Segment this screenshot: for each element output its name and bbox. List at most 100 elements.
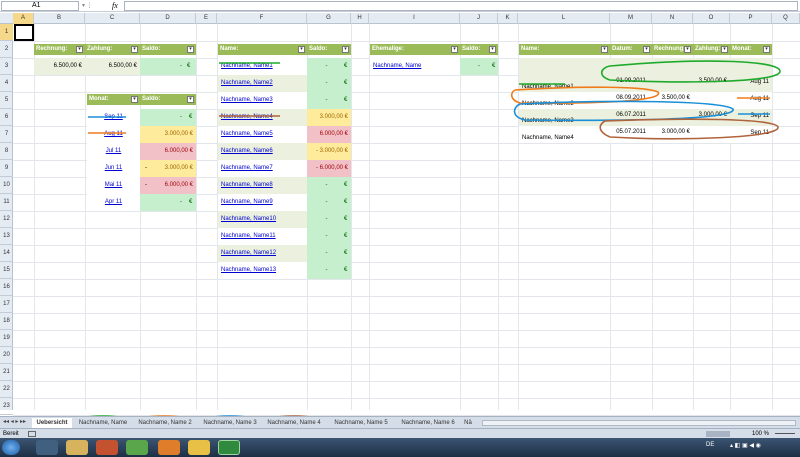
column-header[interactable]: I: [369, 13, 460, 24]
row-header[interactable]: 1: [0, 24, 13, 41]
grid-line[interactable]: [369, 24, 370, 410]
row-header[interactable]: 16: [0, 279, 13, 296]
grid-line[interactable]: [772, 24, 773, 410]
filter-dropdown-icon[interactable]: ▾: [131, 96, 138, 103]
row-header[interactable]: 6: [0, 109, 13, 126]
detail-rechnung[interactable]: 3.000,00 €: [652, 126, 693, 143]
sheet-tab[interactable]: Nachname, Name: [74, 418, 132, 428]
name-saldo[interactable]: 6.000,00 €: [307, 126, 351, 143]
row-header[interactable]: 21: [0, 364, 13, 381]
detail-date[interactable]: 06.07.2011: [610, 109, 652, 126]
detail-zahlung[interactable]: [693, 92, 730, 109]
grid-line[interactable]: [13, 313, 800, 314]
name-link[interactable]: Nachname, Name7: [218, 160, 307, 177]
row-header[interactable]: 2: [0, 41, 13, 58]
detail-name[interactable]: Nachname, Name2: [519, 92, 610, 109]
row-header[interactable]: 4: [0, 75, 13, 92]
filter-dropdown-icon[interactable]: ▾: [131, 46, 138, 53]
month-saldo-currency[interactable]: €: [186, 109, 196, 126]
row-header[interactable]: 9: [0, 160, 13, 177]
name-link[interactable]: Nachname, Name9: [218, 194, 307, 211]
detail-zahlung[interactable]: [693, 126, 730, 143]
column-header[interactable]: O: [693, 13, 730, 24]
grid-line[interactable]: [85, 24, 86, 410]
grid-line[interactable]: [498, 24, 499, 410]
name-link[interactable]: Nachname, Name1: [218, 58, 307, 75]
chrome-icon[interactable]: [126, 440, 148, 455]
former-saldo-currency[interactable]: €: [489, 58, 498, 75]
sheet-tab[interactable]: Nä: [460, 418, 476, 428]
row-header[interactable]: 10: [0, 177, 13, 194]
detail-rechnung[interactable]: [652, 75, 693, 92]
sheet-tab[interactable]: Nachname, Name 3: [199, 418, 261, 428]
name-saldo-currency[interactable]: €: [341, 58, 351, 75]
name-link[interactable]: Nachname, Name12: [218, 245, 307, 262]
browser-icon[interactable]: [188, 440, 210, 455]
grid-line[interactable]: [13, 228, 800, 229]
name-saldo[interactable]: - 6.000,00 €: [307, 160, 351, 177]
grid-line[interactable]: [13, 245, 800, 246]
name-saldo-currency[interactable]: €: [341, 92, 351, 109]
filter-dropdown-icon[interactable]: ▾: [489, 46, 496, 53]
column-header[interactable]: H: [351, 13, 369, 24]
month-link[interactable]: Jun 11: [87, 160, 140, 177]
row-header[interactable]: 7: [0, 126, 13, 143]
row-header[interactable]: 19: [0, 330, 13, 347]
month-link[interactable]: Sep 11: [87, 109, 140, 126]
language-indicator[interactable]: DE: [706, 442, 714, 448]
grid-line[interactable]: [13, 211, 800, 212]
column-header[interactable]: N: [652, 13, 693, 24]
name-link[interactable]: Nachname, Name8: [218, 177, 307, 194]
filter-dropdown-icon[interactable]: ▾: [298, 46, 305, 53]
cell-saldo-currency[interactable]: €: [184, 58, 196, 75]
column-header[interactable]: M: [610, 13, 652, 24]
active-cell[interactable]: [14, 24, 34, 41]
grid-line[interactable]: [351, 24, 352, 410]
view-buttons-icon[interactable]: [706, 431, 730, 437]
detail-date[interactable]: 08.09.2011: [610, 92, 652, 109]
month-link[interactable]: Mai 11: [87, 177, 140, 194]
column-header[interactable]: E: [196, 13, 217, 24]
grid-line[interactable]: [13, 296, 800, 297]
month-saldo-sign[interactable]: -: [142, 160, 152, 177]
column-header[interactable]: P: [730, 13, 772, 24]
name-link[interactable]: Nachname, Name2: [218, 75, 307, 92]
name-link[interactable]: Nachname, Name10: [218, 211, 307, 228]
row-header[interactable]: 8: [0, 143, 13, 160]
month-link[interactable]: Jul 11: [87, 143, 140, 160]
explorer-icon[interactable]: [66, 440, 88, 455]
grid-line[interactable]: [140, 24, 141, 410]
name-saldo-currency[interactable]: €: [341, 228, 351, 245]
grid-line[interactable]: [13, 364, 800, 365]
name-saldo-currency[interactable]: €: [341, 211, 351, 228]
grid-line[interactable]: [13, 330, 800, 331]
row-header[interactable]: 11: [0, 194, 13, 211]
month-saldo-sign[interactable]: [142, 109, 152, 126]
app-icon[interactable]: [96, 440, 118, 455]
start-icon[interactable]: [2, 440, 20, 455]
column-header[interactable]: A: [13, 13, 34, 24]
column-header[interactable]: J: [460, 13, 498, 24]
sheet-tab[interactable]: Nachname, Name 5: [328, 418, 394, 428]
tray-icons[interactable]: ▴ ◧ ▣ ◀ ◉: [730, 442, 761, 449]
name-link[interactable]: Nachname, Name13: [218, 262, 307, 279]
cell-rechnung[interactable]: 6.500,00 €: [34, 58, 85, 75]
table-header[interactable]: Name:: [519, 44, 610, 55]
row-header[interactable]: 20: [0, 347, 13, 364]
name-saldo[interactable]: - 3.000,00 €: [307, 143, 351, 160]
detail-zahlung[interactable]: 3.000,00 €: [693, 109, 730, 126]
sheet-tab[interactable]: Uebersicht: [32, 418, 72, 428]
filter-dropdown-icon[interactable]: ▾: [643, 46, 650, 53]
zoom-slider[interactable]: [775, 433, 795, 434]
blank-row[interactable]: [519, 58, 772, 75]
detail-zahlung[interactable]: 3.500,00 €: [693, 75, 730, 92]
month-saldo-sign[interactable]: -: [142, 177, 152, 194]
name-saldo[interactable]: 3.000,00 €: [307, 109, 351, 126]
name-link[interactable]: Nachname, Name3: [218, 92, 307, 109]
filter-dropdown-icon[interactable]: ▾: [721, 46, 728, 53]
row-header[interactable]: 5: [0, 92, 13, 109]
detail-rechnung[interactable]: [652, 109, 693, 126]
name-link[interactable]: Nachname, Name11: [218, 228, 307, 245]
grid-line[interactable]: [460, 24, 461, 410]
column-header[interactable]: K: [498, 13, 518, 24]
